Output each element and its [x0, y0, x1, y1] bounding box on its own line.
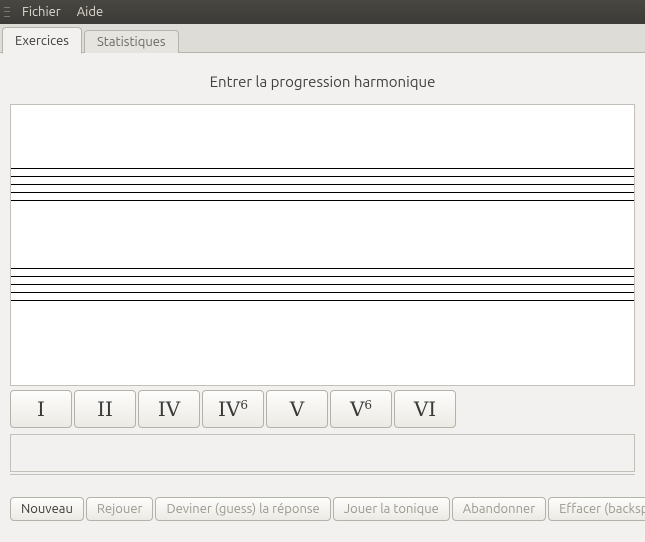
content-area: Entrer la progression harmonique I II IV…	[0, 53, 645, 523]
menubar: Fichier Aide	[0, 0, 645, 24]
action-buttons: Nouveau Rejouer Deviner (guess) la répon…	[10, 497, 635, 521]
guess-button[interactable]: Deviner (guess) la réponse	[155, 497, 330, 521]
replay-button[interactable]: Rejouer	[86, 497, 154, 521]
staff-lower	[11, 268, 634, 301]
chord-V-button[interactable]: V	[266, 390, 328, 428]
new-button[interactable]: Nouveau	[10, 497, 84, 521]
tab-statistics[interactable]: Statistiques	[84, 30, 179, 53]
chord-II-button[interactable]: II	[74, 390, 136, 428]
play-tonic-button[interactable]: Jouer la tonique	[333, 497, 450, 521]
chord-V6-button[interactable]: V6	[330, 390, 392, 428]
chord-IV-button[interactable]: IV	[138, 390, 200, 428]
chord-V6-sup: 6	[364, 398, 372, 412]
chord-buttons: I II IV IV6 V V6 VI	[10, 390, 635, 428]
tabstrip: Exercices Statistiques	[0, 24, 645, 53]
answer-display	[10, 434, 635, 472]
staff-panel	[10, 104, 635, 386]
giveup-button[interactable]: Abandonner	[452, 497, 546, 521]
chord-V6-base: V	[350, 397, 364, 421]
page-title: Entrer la progression harmonique	[2, 59, 643, 104]
divider	[10, 474, 635, 485]
chord-IV6-base: IV	[218, 397, 240, 421]
tab-exercises[interactable]: Exercices	[2, 27, 82, 54]
menu-file[interactable]: Fichier	[14, 0, 69, 24]
chord-IV6-sup: 6	[240, 398, 248, 412]
menu-help[interactable]: Aide	[69, 0, 111, 24]
staff-upper	[11, 168, 634, 201]
chord-VI-button[interactable]: VI	[394, 390, 456, 428]
chord-IV6-button[interactable]: IV6	[202, 390, 264, 428]
erase-button[interactable]: Effacer (backspace)	[548, 497, 645, 521]
chord-I-button[interactable]: I	[10, 390, 72, 428]
toolbar-grip	[4, 5, 10, 19]
